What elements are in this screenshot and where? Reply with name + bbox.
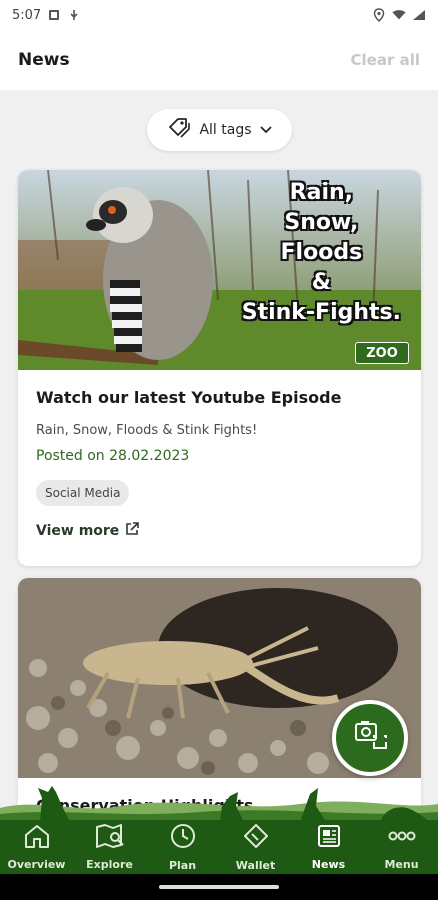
nav-label: News [311,858,346,871]
promo-overlay-text: Rain, Snow, Floods & Stink-Fights. [242,178,401,328]
view-more-link[interactable]: View more [36,522,403,540]
location-icon [372,8,386,22]
nav-label: Wallet [235,859,276,872]
nav-item-explore[interactable]: Explore [77,823,143,871]
page-title: News [18,50,70,70]
nav-label: Explore [86,858,133,871]
card-title: Watch our latest Youtube Episode [36,388,342,407]
map-icon [95,823,125,853]
status-time: 5:07 [12,7,42,23]
news-card[interactable]: Rain, Snow, Floods & Stink-Fights. ZOO W… [18,170,421,566]
usb-icon [67,8,81,22]
app-header: News Clear all [0,30,438,90]
nav-item-news[interactable]: News [296,823,362,871]
zoo-logo: ZOO [355,342,409,364]
clock-icon [169,822,197,854]
promo-line: Floods [280,240,363,265]
nav-label: Overview [7,858,66,871]
animal-silhouettes-decoration [0,778,438,822]
more-icon [387,823,417,853]
chevron-down-icon [259,122,272,138]
signal-icon [412,8,426,22]
wifi-icon [392,8,406,22]
external-link-icon [125,522,140,540]
category-badge: Social Media [36,480,130,506]
notification-icon [47,8,61,22]
view-more-label: View more [36,523,120,539]
system-gesture-bar [0,874,438,900]
gesture-handle[interactable] [159,885,279,889]
promo-line: Stink-Fights. [241,300,401,325]
nav-label: Menu [384,858,419,871]
card-date: Posted on 28.02.2023 [36,448,190,464]
nav-label: Plan [168,859,197,872]
nav-item-overview[interactable]: Overview [4,823,70,871]
newspaper-icon [316,823,342,853]
bottom-navigation: Overview Explore Plan Wallet News Menu [0,820,438,874]
tag-filter-label: All tags [199,122,252,138]
nav-item-plan[interactable]: Plan [150,822,216,872]
promo-line: & [311,270,331,295]
tag-icon [167,117,191,143]
nav-item-wallet[interactable]: Wallet [223,822,289,872]
promo-line: Rain, [289,180,354,205]
status-bar: 5:07 [0,0,438,30]
promo-line: Snow, [284,210,359,235]
clear-all-button[interactable]: Clear all [351,51,420,69]
camera-scan-icon [350,716,390,760]
scan-fab-button[interactable] [332,700,408,776]
lemur-image: Rain, Snow, Floods & Stink-Fights. ZOO [18,170,421,370]
home-icon [23,823,51,853]
card-subtitle: Rain, Snow, Floods & Stink Fights! [36,423,258,438]
tag-filter-dropdown[interactable]: All tags [147,109,292,151]
nav-item-menu[interactable]: Menu [369,823,435,871]
ticket-icon [242,822,270,854]
